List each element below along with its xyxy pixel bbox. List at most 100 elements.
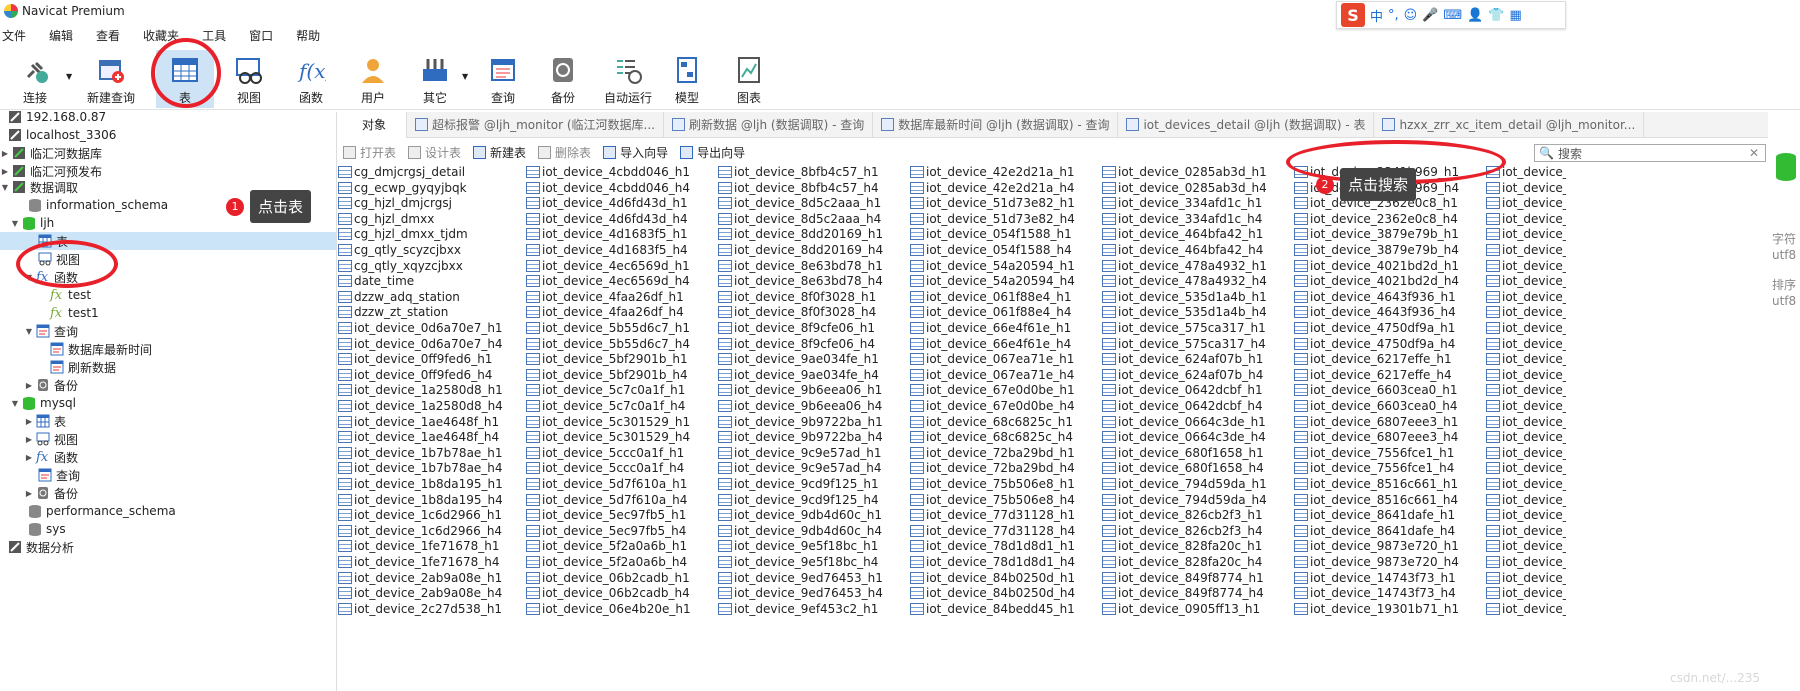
query-button[interactable]: 查询 — [474, 50, 532, 108]
table-icon — [526, 181, 540, 194]
search-input[interactable]: 🔍 搜索 ✕ — [1534, 144, 1766, 162]
tree-mysql-tables[interactable]: ▶ 表 — [24, 412, 66, 430]
table-item-label: iot_device_680f1658_h4 — [1118, 461, 1264, 476]
tree-mysql-functions[interactable]: ▶ fx 函数 — [24, 448, 78, 466]
table-icon — [718, 212, 732, 225]
menu-favorites[interactable]: 收藏夹 — [141, 27, 194, 44]
caret-down-icon[interactable]: ▼ — [10, 219, 20, 228]
tree-function-test1[interactable]: fx test1 — [50, 304, 99, 322]
tree-db-ljh[interactable]: ▼ ljh — [10, 214, 54, 232]
tree-db-performance-schema[interactable]: performance_schema — [28, 502, 176, 520]
caret-right-icon[interactable]: ▶ — [0, 167, 10, 176]
connect-button[interactable]: 连接 — [6, 50, 64, 108]
open-table-button[interactable]: 打开表 — [343, 144, 396, 161]
tree-ljh-functions[interactable]: ▼ fx 函数 — [24, 268, 78, 286]
menu-help[interactable]: 帮助 — [294, 27, 335, 44]
new-query-button[interactable]: 新建查询 — [78, 50, 144, 108]
new-table-button[interactable]: 新建表 — [473, 144, 526, 161]
table-item-label: iot_device_5b55d6c7_h4 — [542, 336, 691, 351]
query-icon — [50, 342, 64, 356]
menu-view[interactable]: 查看 — [94, 27, 135, 44]
tree-ljh-backup[interactable]: ▶ 备份 — [24, 376, 78, 394]
tree-db-mysql[interactable]: ▼ mysql — [10, 394, 76, 412]
caret-right-icon[interactable]: ▶ — [24, 453, 34, 462]
tree-function-test[interactable]: fx test — [50, 286, 91, 304]
tree-db-information-schema[interactable]: information_schema — [28, 196, 168, 214]
caret-right-icon[interactable]: ▶ — [24, 417, 34, 426]
tree-ljh-views[interactable]: 视图 — [38, 250, 80, 268]
table-icon — [526, 571, 540, 584]
menu-tools[interactable]: 工具 — [200, 27, 241, 44]
clear-search-icon[interactable]: ✕ — [1749, 146, 1759, 160]
ime-skin-icon[interactable]: 👕 — [1488, 8, 1504, 23]
tree-connection-linhuihe[interactable]: ▶ 临汇河数据库 — [0, 144, 102, 162]
tab-hzxx-item-detail[interactable]: hzxx_zrr_xc_item_detail @ljh_monitor... — [1374, 111, 1645, 138]
menu-edit[interactable]: 编辑 — [47, 27, 88, 44]
tab-refresh-query[interactable]: 刷新数据 @ljh (数据调取) - 查询 — [664, 111, 874, 138]
tree-mysql-queries[interactable]: 查询 — [38, 466, 80, 484]
other-button[interactable]: 其它 — [406, 50, 464, 108]
ime-emoji-icon[interactable]: ☺ — [1404, 8, 1418, 23]
caret-down-icon[interactable]: ▼ — [10, 399, 20, 408]
design-table-button[interactable]: 设计表 — [408, 144, 461, 161]
table-item-label: iot_device_344 — [1502, 289, 1566, 304]
tab-latest-time-query[interactable]: 数据库最新时间 @ljh (数据调取) - 查询 — [873, 111, 1119, 138]
tree-mysql-views[interactable]: ▶ 视图 — [24, 430, 78, 448]
tree-connection-192[interactable]: 192.168.0.87 — [8, 108, 106, 126]
ime-lang[interactable]: 中 — [1370, 6, 1383, 25]
connect-dropdown-icon[interactable]: ▼ — [66, 72, 72, 81]
delete-table-button[interactable]: 删除表 — [538, 144, 591, 161]
tree-mysql-backup[interactable]: ▶ 备份 — [24, 484, 78, 502]
tree-ljh-queries[interactable]: ▼ 查询 — [24, 322, 78, 340]
view-button[interactable]: 视图 — [220, 50, 278, 108]
caret-down-icon[interactable]: ▼ — [0, 183, 10, 192]
function-button[interactable]: f(x) 函数 — [282, 50, 340, 108]
tree-connection-localhost[interactable]: localhost_3306 — [8, 126, 116, 144]
ime-keyboard-icon[interactable]: ⌨ — [1443, 8, 1462, 23]
table-item-label: iot_device_8dd20169_h4 — [734, 243, 884, 257]
table-item-label: iot_device_4021bd2d_h1 — [1310, 258, 1460, 273]
ime-punct-icon[interactable]: °, — [1388, 8, 1399, 23]
caret-right-icon[interactable]: ▶ — [0, 149, 10, 158]
tree-connection-shujufenxi[interactable]: 数据分析 — [8, 538, 74, 556]
caret-down-icon[interactable]: ▼ — [24, 273, 34, 282]
table-item[interactable]: iot_device_84bedd45_h1 — [910, 600, 1098, 618]
table-item[interactable]: iot_device_aal — [1486, 600, 1566, 618]
caret-right-icon[interactable]: ▶ — [24, 489, 34, 498]
table-item-label: iot_device_4021bd2d_h4 — [1310, 274, 1460, 289]
table-item-label: iot_device_1b8da195_h4 — [354, 492, 503, 507]
ime-user-icon[interactable]: 👤 — [1467, 8, 1483, 23]
tree-query-refresh[interactable]: 刷新数据 — [50, 358, 116, 376]
table-item-label: iot_device_680f1658_h1 — [1118, 445, 1264, 460]
menu-window[interactable]: 窗口 — [247, 27, 288, 44]
backup-button[interactable]: 备份 — [534, 50, 592, 108]
table-item[interactable]: iot_device_06e4b20e_h1 — [526, 600, 714, 618]
caret-down-icon[interactable]: ▼ — [24, 327, 34, 336]
tree-query-latest-time[interactable]: 数据库最新时间 — [50, 340, 152, 358]
tree-db-sys[interactable]: sys — [28, 520, 66, 538]
table-item[interactable]: iot_device_0905ff13_h1 — [1102, 600, 1290, 618]
menu-file[interactable]: 文件 — [0, 27, 41, 44]
tab-alarm-query[interactable]: 超标报警 @ljh_monitor (临江河数据库... — [407, 111, 664, 138]
caret-right-icon[interactable]: ▶ — [24, 435, 34, 444]
caret-right-icon[interactable]: ▶ — [24, 381, 34, 390]
import-wizard-button[interactable]: 导入向导 — [603, 144, 668, 161]
table-item[interactable]: iot_device_9ef453c2_h1 — [718, 600, 906, 618]
chart-button[interactable]: 图表 — [720, 50, 778, 108]
other-dropdown-icon[interactable]: ▼ — [462, 72, 468, 81]
auto-run-button[interactable]: 自动运行 — [596, 50, 660, 108]
table-item-label: cg_qtly_xqyzcjbxx — [354, 258, 463, 273]
table-item[interactable]: iot_device_2c27d538_h1 — [338, 600, 526, 618]
model-button[interactable]: 模型 — [658, 50, 716, 108]
ime-grid-icon[interactable]: ▦ — [1510, 8, 1522, 23]
export-wizard-button[interactable]: 导出向导 — [680, 144, 745, 161]
table-icon — [338, 446, 352, 459]
tree-ljh-tables[interactable]: 表 — [0, 232, 336, 250]
user-button[interactable]: 用户 — [344, 50, 402, 108]
table-item[interactable]: iot_device_19301b71_h1 — [1294, 600, 1482, 618]
ime-voice-icon[interactable]: 🎤 — [1422, 8, 1438, 23]
tab-objects[interactable]: 对象 — [338, 111, 408, 138]
tab-iot-devices-detail[interactable]: iot_devices_detail @ljh (数据调取) - 表 — [1118, 111, 1375, 138]
table-button[interactable]: 表 — [156, 50, 214, 108]
tree-connection-shujudiaoqu[interactable]: ▼ 数据调取 — [0, 178, 78, 196]
